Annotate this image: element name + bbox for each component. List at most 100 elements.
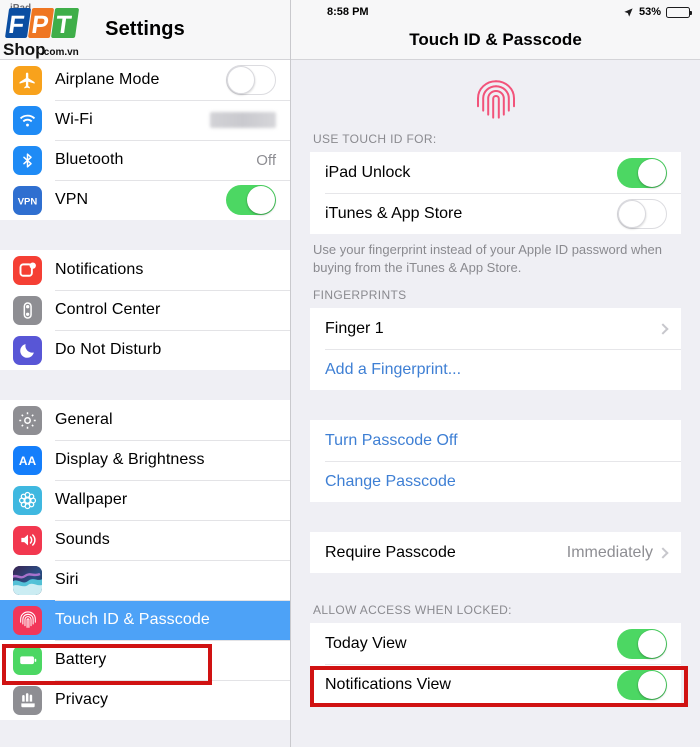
sidebar-item-bluetooth[interactable]: Bluetooth Off (0, 140, 290, 180)
require-passcode-value: Immediately (566, 543, 653, 561)
sidebar-item-battery[interactable]: Battery (0, 640, 290, 680)
row-label: Today View (325, 634, 407, 652)
status-bar: 8:58 PM 53% (291, 0, 700, 24)
row-today-view[interactable]: Today View (310, 623, 681, 664)
sidebar-item-control-center[interactable]: Control Center (0, 290, 290, 330)
siri-icon (13, 565, 42, 595)
sidebar-item-notifications[interactable]: Notifications (0, 250, 290, 290)
row-itunes-app-store[interactable]: iTunes & App Store (310, 193, 681, 234)
sidebar-item-label: General (55, 411, 113, 428)
notifications-view-toggle[interactable] (617, 669, 667, 700)
row-label: Require Passcode (325, 543, 456, 561)
airplane-icon (13, 65, 42, 95)
allow-access-card: Today View Notifications View (310, 623, 681, 706)
fingerprint-hero (310, 60, 681, 132)
sidebar-group-divider (0, 220, 290, 250)
sidebar-item-touch-id-passcode[interactable]: Touch ID & Passcode (0, 600, 290, 640)
svg-text:VPN: VPN (18, 196, 38, 207)
today-view-toggle[interactable] (617, 628, 667, 659)
sidebar-group-connectivity: Airplane Mode Wi-Fi Bluetooth Off VPN VP… (0, 60, 290, 220)
row-label: Add a Fingerprint... (325, 360, 462, 378)
sidebar-item-display-brightness[interactable]: AA Display & Brightness (0, 440, 290, 480)
sidebar-item-label: Siri (55, 571, 79, 588)
sidebar-item-label: Bluetooth (55, 151, 124, 168)
ipad-unlock-toggle[interactable] (617, 157, 667, 188)
passcode-card: Turn Passcode Off Change Passcode (310, 420, 681, 503)
sidebar-item-wallpaper[interactable]: Wallpaper (0, 480, 290, 520)
chevron-right-icon (657, 546, 669, 559)
sidebar-group-divider (0, 370, 290, 400)
row-label: Change Passcode (325, 472, 456, 490)
sidebar-item-privacy[interactable]: Privacy (0, 680, 290, 720)
bluetooth-status-value: Off (256, 151, 276, 169)
sidebar-item-general[interactable]: General (0, 400, 290, 440)
sidebar-item-label: Control Center (55, 301, 161, 318)
row-label: Finger 1 (325, 319, 384, 337)
settings-sidebar: iPad Settings F P T Shop .com.vn Airplan… (0, 0, 291, 747)
sidebar-item-label: VPN (55, 191, 89, 208)
vpn-icon: VPN (13, 185, 42, 215)
control-center-icon (13, 295, 42, 325)
touch-id-icon (13, 605, 42, 635)
toggle-knob (247, 186, 275, 214)
status-device-label: iPad (10, 3, 32, 14)
toggle-knob (227, 66, 255, 94)
wifi-network-value-redacted (210, 112, 276, 128)
section-header-use-touch-id: USE TOUCH ID FOR: (313, 132, 437, 146)
gear-icon (13, 405, 42, 435)
sidebar-item-do-not-disturb[interactable]: Do Not Disturb (0, 330, 290, 370)
toggle-knob (638, 670, 666, 699)
sounds-icon (13, 525, 42, 555)
row-label: Turn Passcode Off (325, 431, 458, 449)
do-not-disturb-icon (13, 335, 42, 365)
status-battery-percent: 53% (638, 6, 661, 18)
airplane-mode-toggle[interactable] (226, 65, 276, 95)
status-time: 8:58 PM (327, 6, 369, 18)
ipad-settings-screen: iPad Settings F P T Shop .com.vn Airplan… (0, 0, 700, 747)
row-notifications-view[interactable]: Notifications View (310, 664, 681, 705)
row-ipad-unlock[interactable]: iPad Unlock (310, 152, 681, 193)
sidebar-item-label: Sounds (55, 531, 110, 548)
chevron-right-icon (657, 322, 669, 335)
toggle-knob (638, 629, 666, 658)
row-finger-1[interactable]: Finger 1 (310, 308, 681, 349)
sidebar-item-vpn[interactable]: VPN VPN (0, 180, 290, 220)
use-touch-id-card: iPad Unlock iTunes & App Store (310, 152, 681, 234)
sidebar-item-label: Airplane Mode (55, 71, 160, 88)
section-header-allow-access: ALLOW ACCESS WHEN LOCKED: (313, 603, 512, 618)
sidebar-group-notifications: Notifications Control Center Do Not Dist… (0, 250, 290, 370)
sidebar-item-label: Do Not Disturb (55, 341, 162, 358)
row-require-passcode[interactable]: Require Passcode Immediately (310, 532, 681, 573)
sidebar-item-label: Privacy (55, 691, 109, 708)
row-label: Notifications View (325, 675, 451, 693)
row-change-passcode[interactable]: Change Passcode (310, 461, 681, 502)
row-add-fingerprint[interactable]: Add a Fingerprint... (310, 349, 681, 390)
vpn-toggle[interactable] (226, 185, 276, 215)
status-right-cluster: 53% (623, 6, 692, 18)
toggle-knob (638, 158, 666, 187)
detail-title: Touch ID & Passcode (409, 30, 582, 49)
page-title: Settings (105, 18, 185, 40)
footnote-use-touch-id: Use your fingerprint instead of your App… (313, 242, 663, 275)
sidebar-group-system: General AA Display & Brightness Wallpape… (0, 400, 290, 720)
wallpaper-icon (13, 485, 42, 515)
sidebar-item-label: Wallpaper (55, 491, 128, 508)
sidebar-item-sounds[interactable]: Sounds (0, 520, 290, 560)
sidebar-item-airplane-mode[interactable]: Airplane Mode (0, 60, 290, 100)
sidebar-item-wifi[interactable]: Wi-Fi (0, 100, 290, 140)
sidebar-item-siri[interactable]: Siri (0, 560, 290, 600)
battery-status-icon (666, 6, 692, 18)
display-brightness-icon: AA (13, 445, 42, 475)
row-turn-passcode-off[interactable]: Turn Passcode Off (310, 420, 681, 461)
detail-content: USE TOUCH ID FOR: iPad Unlock iTunes & A… (291, 60, 700, 747)
section-header-fingerprints: FINGERPRINTS (313, 288, 407, 303)
sidebar-header: iPad Settings (0, 0, 290, 60)
notifications-icon (13, 255, 42, 285)
sidebar-item-label: Battery (55, 651, 107, 668)
itunes-app-store-toggle[interactable] (617, 198, 667, 229)
row-label: iTunes & App Store (325, 204, 463, 222)
toggle-knob (618, 199, 646, 228)
sidebar-list[interactable]: Airplane Mode Wi-Fi Bluetooth Off VPN VP… (0, 60, 290, 747)
require-passcode-card: Require Passcode Immediately (310, 532, 681, 574)
bluetooth-icon (13, 145, 42, 175)
